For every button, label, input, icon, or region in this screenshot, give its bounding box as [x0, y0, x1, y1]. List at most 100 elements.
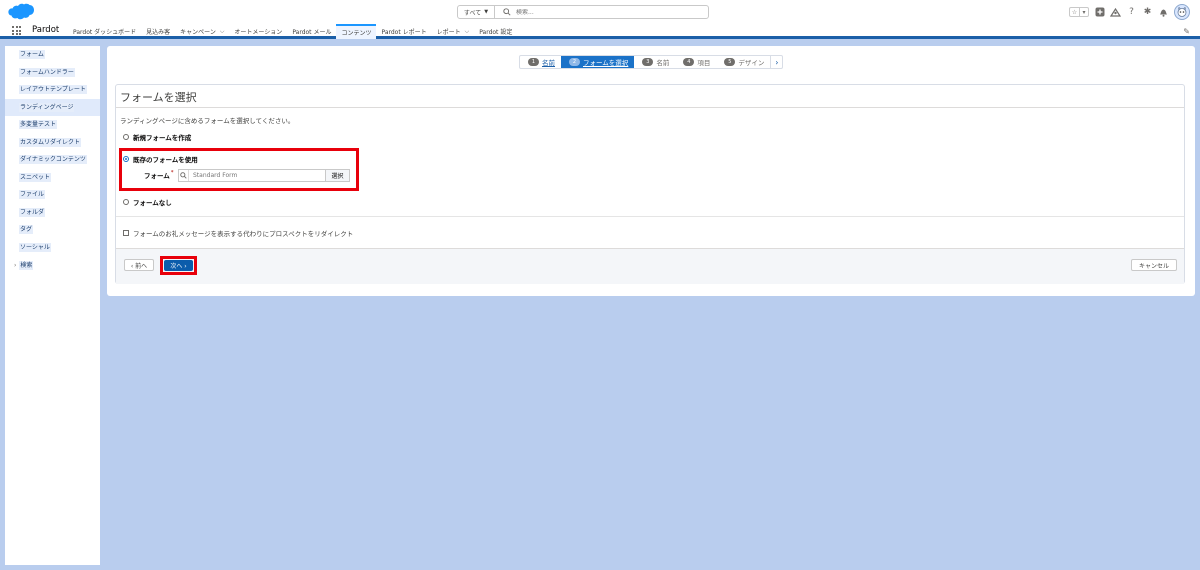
form-field-label: フォーム*: [144, 170, 173, 180]
sidebar-item-tags[interactable]: タグ: [5, 221, 100, 239]
form-lookup: 選択: [178, 169, 350, 182]
header-actions: ☆ ▾ ? ✱: [1069, 3, 1190, 21]
cancel-button[interactable]: キャンセル: [1131, 259, 1177, 271]
sidebar-item-layout-templates[interactable]: レイアウトテンプレート: [5, 81, 100, 99]
wizard-step-design[interactable]: 5 デザイン: [716, 56, 770, 68]
step-label: 名前: [656, 59, 670, 67]
option-no-form-label: フォームなし: [133, 199, 172, 207]
sidebar-item-multivariate-tests[interactable]: 多変量テスト: [5, 116, 100, 134]
step-label: デザイン: [738, 59, 765, 67]
nav-item-pardot-dashboard[interactable]: Pardot ダッシュボード: [68, 24, 141, 39]
help-icon[interactable]: ?: [1126, 7, 1137, 18]
gear-icon[interactable]: ✱: [1142, 7, 1153, 18]
star-icon[interactable]: ☆: [1070, 8, 1079, 16]
avatar[interactable]: [1174, 4, 1190, 20]
form-lookup-input[interactable]: [189, 172, 325, 179]
chevron-down-icon[interactable]: ▾: [1079, 8, 1088, 16]
divider: [116, 107, 1184, 108]
step-number: 4: [683, 58, 695, 66]
chevron-down-icon[interactable]: ⌵: [465, 28, 470, 36]
sidebar-item-label: ソーシャル: [19, 242, 51, 252]
app-launcher-icon[interactable]: [12, 26, 21, 35]
chevron-right-icon[interactable]: ›: [770, 56, 782, 68]
app-nav-bar: Pardot Pardot ダッシュボード 見込み客 キャンペーン ⌵ オートメー…: [0, 24, 1200, 39]
step-label: 項目: [697, 59, 711, 67]
nav-item-reports[interactable]: レポート ⌵: [432, 24, 475, 39]
nav-item-pardot-reports[interactable]: Pardot レポート: [376, 24, 431, 39]
option-existing-form-label: 既存のフォームを使用: [133, 156, 198, 164]
sidebar-item-label: ファイル: [19, 190, 46, 199]
nav-item-label: Pardot メール: [292, 29, 332, 36]
radio-no-form[interactable]: [123, 199, 129, 205]
option-no-form[interactable]: フォームなし: [123, 197, 172, 207]
nav-items: Pardot ダッシュボード 見込み客 キャンペーン ⌵ オートメーション Par…: [68, 24, 517, 39]
nav-item-content[interactable]: コンテンツ: [336, 24, 377, 39]
wizard-step-name[interactable]: 1 名前: [520, 56, 561, 68]
wizard-step-fields[interactable]: 4 項目: [675, 56, 716, 68]
sidebar-item-label: フォルダ: [19, 207, 46, 217]
nav-item-label: レポート: [436, 29, 461, 36]
sidebar-item-custom-redirects[interactable]: カスタムリダイレクト: [5, 134, 100, 152]
sidebar-item-label: ダイナミックコンテンツ: [19, 155, 87, 164]
app-name: Pardot: [32, 25, 60, 35]
radio-new-form[interactable]: [123, 134, 129, 140]
lookup-search-icon: [179, 170, 189, 181]
nav-item-pardot-settings[interactable]: Pardot 設定: [474, 24, 517, 39]
sidebar-item-label: 多変量テスト: [19, 120, 58, 129]
step-label: フォームを選択: [583, 59, 629, 67]
nav-item-prospects[interactable]: 見込み客: [141, 24, 175, 39]
nav-item-label: Pardot ダッシュボード: [73, 29, 137, 36]
plus-icon[interactable]: [1094, 7, 1105, 18]
highlight-annotation: 次へ ›: [160, 256, 197, 275]
sidebar-item-snippets[interactable]: スニペット: [5, 169, 100, 187]
sidebar-item-files[interactable]: ファイル: [5, 186, 100, 204]
trailhead-icon[interactable]: [1110, 7, 1121, 18]
wizard-step-select-form[interactable]: 2 フォームを選択: [561, 56, 635, 68]
wizard-step-name-2[interactable]: 3 名前: [634, 56, 675, 68]
global-search: すべて ▼: [457, 5, 709, 19]
redirect-option[interactable]: フォームのお礼メッセージを表示する代わりにプロスペクトをリダイレクト: [123, 228, 353, 238]
sidebar-item-label: スニペット: [19, 172, 52, 182]
redirect-checkbox[interactable]: [123, 230, 129, 236]
nav-item-pardot-email[interactable]: Pardot メール: [287, 24, 336, 39]
select-form-button[interactable]: 選択: [325, 170, 349, 181]
step-number: 2: [569, 58, 580, 66]
sidebar-item-folders[interactable]: フォルダ: [5, 204, 100, 222]
step-number: 1: [528, 58, 539, 66]
chevron-down-icon: ▼: [484, 9, 489, 15]
pencil-icon[interactable]: ✎: [1183, 27, 1190, 36]
sidebar-item-dynamic-content[interactable]: ダイナミックコンテンツ: [5, 151, 100, 169]
search-scope-label: すべて: [463, 9, 482, 17]
main-panel: 1 名前 2 フォームを選択 3 名前 4 項目 5 デザイン › フォームを選…: [107, 46, 1195, 296]
option-existing-form[interactable]: 既存のフォームを使用: [123, 154, 198, 164]
option-new-form[interactable]: 新規フォームを作成: [123, 132, 191, 142]
bell-icon[interactable]: [1158, 7, 1169, 18]
nav-item-automation[interactable]: オートメーション: [229, 24, 287, 39]
previous-button[interactable]: ‹ 前へ: [124, 259, 154, 271]
sidebar-item-landing-pages[interactable]: ランディングページ: [5, 98, 100, 116]
salesforce-logo[interactable]: [7, 3, 35, 22]
radio-existing-form[interactable]: [123, 156, 129, 162]
search-scope-select[interactable]: すべて ▼: [458, 6, 495, 18]
divider: [116, 216, 1184, 217]
sidebar-item-form-handlers[interactable]: フォームハンドラー: [5, 64, 100, 82]
nav-item-campaigns[interactable]: キャンペーン ⌵: [175, 24, 229, 39]
form-description: ランディングページに含めるフォームを選択してください。: [120, 117, 295, 125]
sidebar-item-social[interactable]: ソーシャル: [5, 239, 100, 257]
nav-item-label: Pardot 設定: [479, 29, 513, 36]
chevron-down-icon[interactable]: ⌵: [220, 28, 225, 36]
sidebar-item-label: レイアウトテンプレート: [19, 85, 87, 94]
nav-item-label: 見込み客: [146, 29, 171, 36]
global-header: すべて ▼ ☆ ▾ ? ✱: [0, 0, 1200, 24]
required-marker: *: [170, 170, 174, 176]
nav-item-label: キャンペーン: [180, 29, 216, 36]
chevron-right-icon[interactable]: ›: [13, 256, 17, 276]
nav-item-label: オートメーション: [234, 29, 283, 36]
search-input[interactable]: [516, 8, 696, 16]
sidebar-item-label: フォーム: [19, 50, 45, 59]
sidebar-item-search[interactable]: › 検索: [5, 256, 100, 274]
next-button[interactable]: 次へ ›: [164, 260, 193, 271]
sidebar-item-label: ランディングページ: [19, 102, 75, 112]
nav-item-label: コンテンツ: [341, 30, 372, 37]
sidebar-item-forms[interactable]: フォーム: [5, 46, 100, 64]
